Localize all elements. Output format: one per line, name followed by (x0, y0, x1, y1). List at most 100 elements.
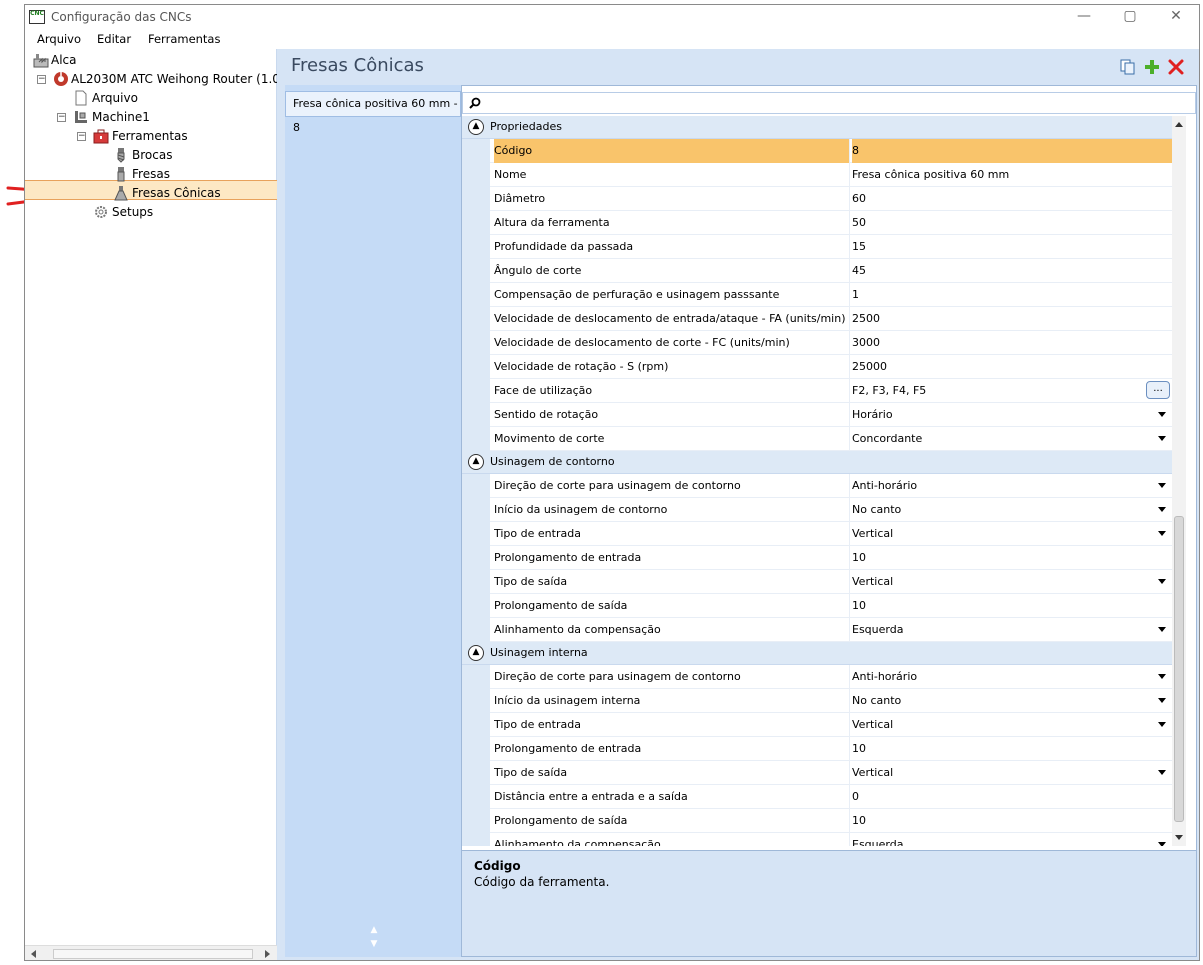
prop-row[interactable]: Tipo de entrada Vertical (462, 522, 1172, 546)
prop-row[interactable]: Alinhamento da compensação Esquerda (462, 833, 1172, 846)
prop-dropdown[interactable]: Concordante (852, 427, 1172, 451)
prop-row[interactable]: Profundidade da passada 15 (462, 235, 1172, 259)
prop-value[interactable]: 50 (852, 211, 1172, 235)
prop-dropdown[interactable]: Vertical (852, 761, 1172, 785)
prop-value[interactable]: 25000 (852, 355, 1172, 379)
grid-vertical-scrollbar[interactable] (1172, 116, 1186, 846)
prop-row[interactable]: Altura da ferramenta 50 (462, 211, 1172, 235)
prop-row[interactable]: Prolongamento de entrada 10 (462, 546, 1172, 570)
scroll-thumb[interactable] (53, 949, 253, 959)
prop-row[interactable]: Prolongamento de saída 10 (462, 594, 1172, 618)
prop-dropdown[interactable]: Vertical (852, 713, 1172, 737)
prop-row[interactable]: Início da usinagem interna No canto (462, 689, 1172, 713)
prop-row[interactable]: Velocidade de rotação - S (rpm) 25000 (462, 355, 1172, 379)
prop-row[interactable]: Compensação de perfuração e usinagem pas… (462, 283, 1172, 307)
category-contorno[interactable]: ▲ Usinagem de contorno (462, 451, 1172, 474)
maximize-button[interactable]: ▢ (1107, 5, 1153, 29)
category-propriedades[interactable]: ▲ Propriedades (462, 116, 1172, 139)
prop-row[interactable]: Tipo de saída Vertical (462, 761, 1172, 785)
prop-row[interactable]: Tipo de entrada Vertical (462, 713, 1172, 737)
prop-row[interactable]: Alinhamento da compensação Esquerda (462, 618, 1172, 642)
category-collapse-icon[interactable]: ▲ (468, 119, 484, 135)
prop-value[interactable]: 1 (852, 283, 1172, 307)
collapse-toggle-icon[interactable]: − (57, 113, 66, 122)
tool-list-item[interactable]: Fresa cônica positiva 60 mm - 8 (285, 91, 461, 134)
chevron-down-icon[interactable] (1158, 412, 1166, 417)
scroll-down-icon[interactable] (1175, 835, 1183, 840)
chevron-down-icon[interactable] (1158, 674, 1166, 679)
chevron-down-icon[interactable] (1158, 579, 1166, 584)
prop-value[interactable]: 10 (852, 594, 1172, 618)
prop-value[interactable]: 3000 (852, 331, 1172, 355)
prop-value[interactable]: F2, F3, F4, F5... (852, 379, 1172, 403)
property-search-input[interactable] (462, 92, 1196, 114)
menu-editar[interactable]: Editar (97, 32, 131, 46)
chevron-down-icon[interactable] (1158, 698, 1166, 703)
prop-row[interactable]: Movimento de corte Concordante (462, 427, 1172, 451)
prop-row[interactable]: Código 8 (462, 139, 1172, 163)
prop-row[interactable]: Velocidade de deslocamento de corte - FC… (462, 331, 1172, 355)
prop-row[interactable]: Direção de corte para usinagem de contor… (462, 665, 1172, 689)
prop-value[interactable]: 10 (852, 546, 1172, 570)
prop-dropdown[interactable]: Vertical (852, 522, 1172, 546)
prop-value[interactable]: Fresa cônica positiva 60 mm (852, 163, 1172, 187)
prop-name: Face de utilização (494, 379, 850, 403)
close-window-button[interactable]: ✕ (1153, 5, 1199, 29)
prop-value[interactable]: 10 (852, 737, 1172, 761)
add-icon[interactable] (1143, 58, 1161, 76)
prop-dropdown[interactable]: No canto (852, 689, 1172, 713)
ellipsis-button[interactable]: ... (1146, 381, 1170, 399)
prop-row[interactable]: Ângulo de corte 45 (462, 259, 1172, 283)
chevron-down-icon[interactable] (1158, 722, 1166, 727)
scroll-up-icon[interactable] (1175, 122, 1183, 127)
category-collapse-icon[interactable]: ▲ (468, 454, 484, 470)
prop-dropdown[interactable]: Anti-horário (852, 474, 1172, 498)
prop-value[interactable]: 0 (852, 785, 1172, 809)
prop-row[interactable]: Prolongamento de saída 10 (462, 809, 1172, 833)
minimize-button[interactable]: — (1061, 5, 1107, 29)
prop-value[interactable]: 8 (852, 139, 1172, 163)
prop-row[interactable]: Distância entre a entrada e a saída 0 (462, 785, 1172, 809)
menu-ferramentas[interactable]: Ferramentas (148, 32, 220, 46)
collapse-toggle-icon[interactable]: − (77, 132, 86, 141)
scroll-right-icon[interactable] (265, 950, 270, 958)
chevron-down-icon[interactable] (1158, 842, 1166, 846)
prop-row[interactable]: Diâmetro 60 (462, 187, 1172, 211)
prop-row[interactable]: Início da usinagem de contorno No canto (462, 498, 1172, 522)
prop-row[interactable]: Direção de corte para usinagem de contor… (462, 474, 1172, 498)
prop-row[interactable]: Nome Fresa cônica positiva 60 mm (462, 163, 1172, 187)
chevron-down-icon[interactable] (1158, 436, 1166, 441)
chevron-down-icon[interactable] (1158, 770, 1166, 775)
prop-value[interactable]: 2500 (852, 307, 1172, 331)
list-scroll-up-icon[interactable]: ▲ (369, 925, 379, 935)
prop-value[interactable]: 45 (852, 259, 1172, 283)
chevron-down-icon[interactable] (1158, 627, 1166, 632)
category-collapse-icon[interactable]: ▲ (468, 645, 484, 661)
prop-row[interactable]: Tipo de saída Vertical (462, 570, 1172, 594)
delete-icon[interactable] (1167, 58, 1185, 76)
tree-horizontal-scrollbar[interactable] (25, 945, 277, 960)
collapse-toggle-icon[interactable]: − (37, 75, 46, 84)
prop-dropdown[interactable]: Anti-horário (852, 665, 1172, 689)
copy-icon[interactable] (1119, 58, 1137, 76)
scroll-thumb[interactable] (1174, 516, 1184, 822)
chevron-down-icon[interactable] (1158, 531, 1166, 536)
prop-value[interactable]: 10 (852, 809, 1172, 833)
chevron-down-icon[interactable] (1158, 483, 1166, 488)
list-scroll-down-icon[interactable]: ▼ (369, 939, 379, 949)
prop-dropdown[interactable]: Horário (852, 403, 1172, 427)
menu-arquivo[interactable]: Arquivo (37, 32, 81, 46)
scroll-left-icon[interactable] (31, 950, 36, 958)
prop-row[interactable]: Face de utilização F2, F3, F4, F5... (462, 379, 1172, 403)
prop-dropdown[interactable]: No canto (852, 498, 1172, 522)
prop-row[interactable]: Velocidade de deslocamento de entrada/at… (462, 307, 1172, 331)
prop-dropdown[interactable]: Esquerda (852, 618, 1172, 642)
category-interna[interactable]: ▲ Usinagem interna (462, 642, 1172, 665)
chevron-down-icon[interactable] (1158, 507, 1166, 512)
prop-value[interactable]: 60 (852, 187, 1172, 211)
prop-dropdown[interactable]: Vertical (852, 570, 1172, 594)
prop-dropdown[interactable]: Esquerda (852, 833, 1172, 846)
prop-row[interactable]: Prolongamento de entrada 10 (462, 737, 1172, 761)
prop-row[interactable]: Sentido de rotação Horário (462, 403, 1172, 427)
prop-value[interactable]: 15 (852, 235, 1172, 259)
